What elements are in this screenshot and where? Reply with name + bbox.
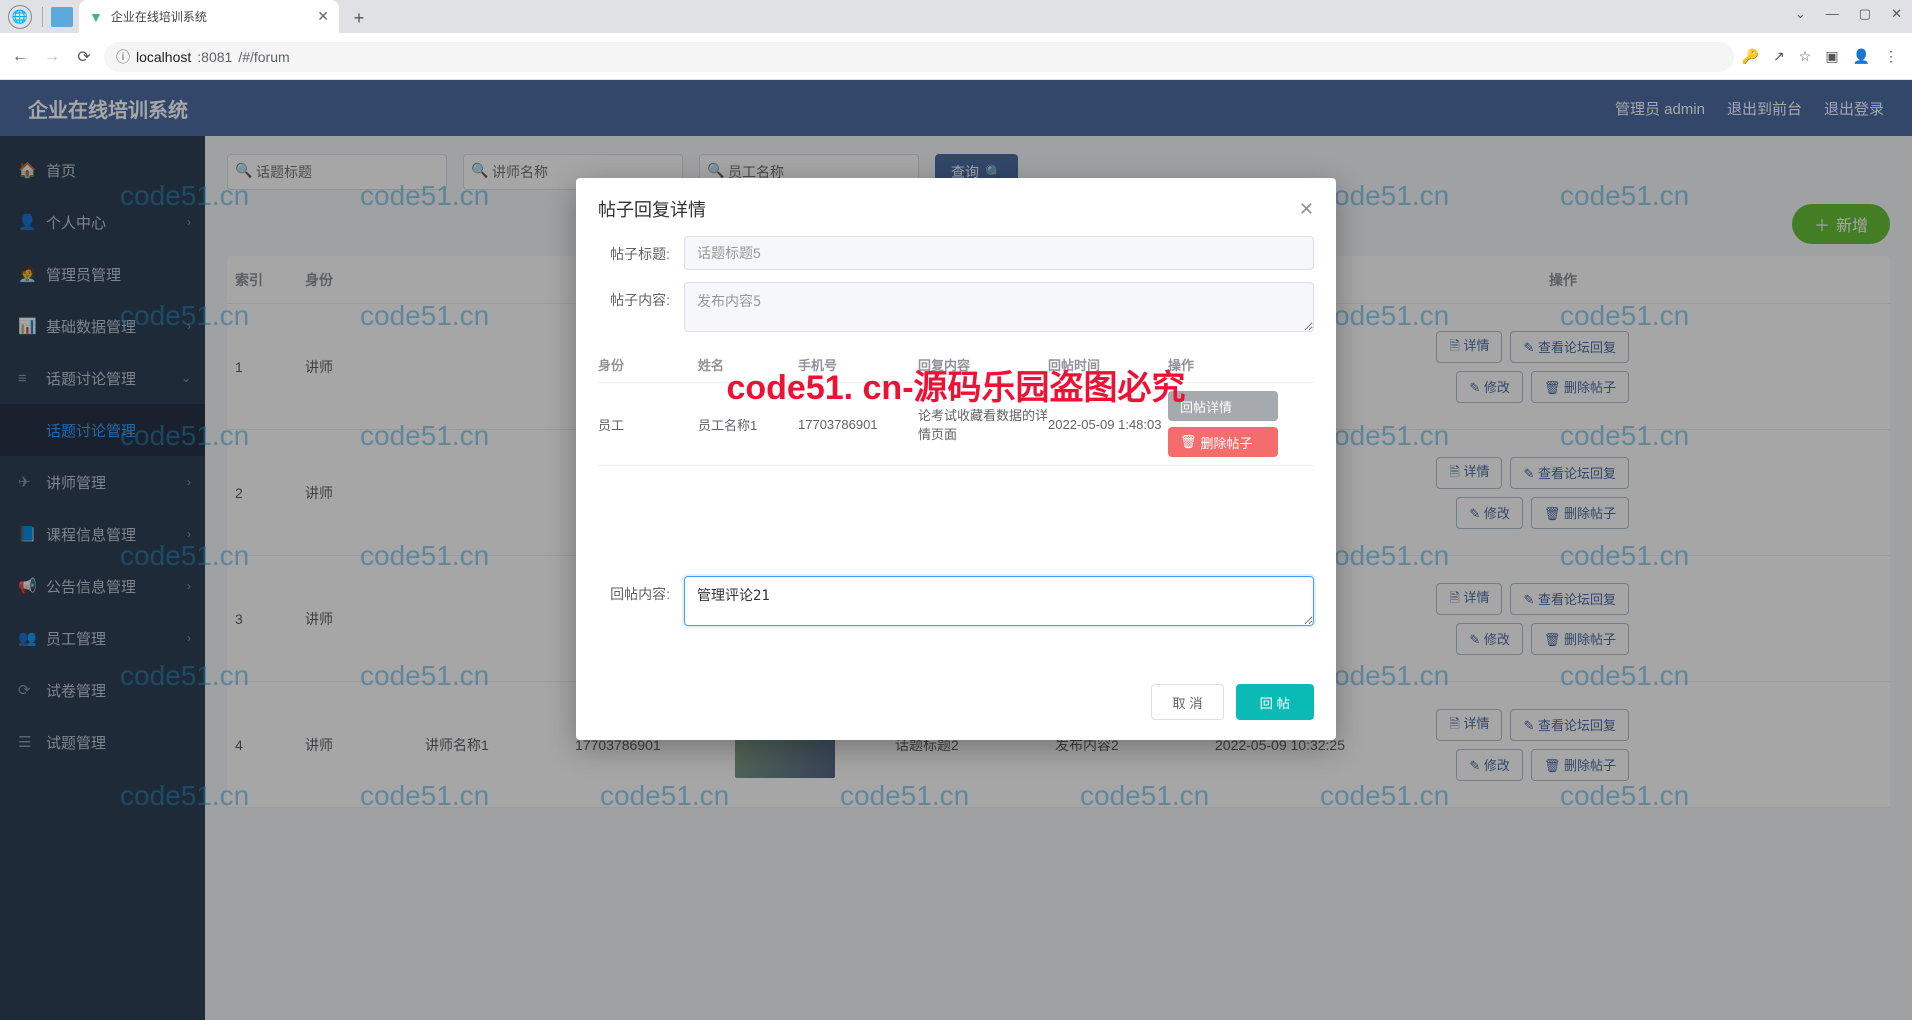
lbl-post-content: 帖子内容: bbox=[598, 282, 684, 310]
chevron-down-icon[interactable]: ⌄ bbox=[1795, 6, 1806, 22]
submit-reply-button[interactable]: 回 帖 bbox=[1236, 684, 1314, 720]
browser-chrome: 🌐 ▼ 企业在线培训系统 ✕ + ⌄ — ▢ ✕ ← → ⟳ ⓘ localho… bbox=[0, 0, 1912, 80]
tab-strip: 🌐 ▼ 企业在线培训系统 ✕ + bbox=[0, 0, 1912, 33]
key-icon[interactable]: 🔑 bbox=[1742, 48, 1759, 65]
maximize-icon[interactable]: ▢ bbox=[1859, 6, 1871, 22]
post-content-field bbox=[684, 282, 1314, 332]
modal-title: 帖子回复详情 bbox=[598, 196, 706, 222]
post-title-field bbox=[684, 236, 1314, 270]
globe-icon: 🌐 bbox=[8, 5, 32, 29]
cell-name: 员工名称1 bbox=[698, 415, 798, 434]
back-icon[interactable]: ← bbox=[8, 48, 32, 66]
reply-input[interactable] bbox=[684, 576, 1314, 626]
share-icon[interactable]: ↗ bbox=[1773, 48, 1785, 65]
cancel-button[interactable]: 取 消 bbox=[1151, 684, 1223, 720]
cell-reply: 论考试收藏看数据的详情页面 bbox=[918, 405, 1048, 443]
window-controls: ⌄ — ▢ ✕ bbox=[1795, 6, 1902, 22]
reload-icon[interactable]: ⟳ bbox=[72, 47, 96, 67]
cell-role: 员工 bbox=[598, 415, 698, 434]
info-icon: ⓘ bbox=[116, 47, 130, 67]
folder-icon[interactable] bbox=[51, 7, 73, 27]
reply-detail-dialog: 帖子回复详情 ✕ 帖子标题: 帖子内容: 身份 姓名 手机号 回 bbox=[576, 178, 1336, 740]
app-root: 企业在线培训系统 管理员 admin 退出到前台 退出登录 🏠首页 👤个人中心›… bbox=[0, 80, 1912, 1020]
active-tab[interactable]: ▼ 企业在线培训系统 ✕ bbox=[79, 0, 339, 33]
url-path: /#/forum bbox=[238, 49, 289, 65]
profile-icon[interactable]: 👤 bbox=[1853, 48, 1870, 65]
url-port: :8081 bbox=[197, 49, 232, 65]
modal-mask[interactable]: 帖子回复详情 ✕ 帖子标题: 帖子内容: 身份 姓名 手机号 回 bbox=[0, 80, 1912, 1020]
lbl-reply-content: 回帖内容: bbox=[598, 576, 684, 604]
lbl-post-title: 帖子标题: bbox=[598, 236, 684, 264]
url-host: localhost bbox=[136, 49, 191, 65]
minimize-icon[interactable]: — bbox=[1826, 6, 1839, 22]
close-window-icon[interactable]: ✕ bbox=[1891, 6, 1902, 22]
cell-time: 2022-05-09 1:48:03 bbox=[1048, 417, 1168, 432]
nav-row: ← → ⟳ ⓘ localhost :8081 /#/forum 🔑 ↗ ☆ ▣ 👤… bbox=[0, 33, 1912, 80]
url-bar[interactable]: ⓘ localhost :8081 /#/forum bbox=[104, 42, 1734, 72]
reply-row: 员工 员工名称1 17703786901 论考试收藏看数据的详情页面 2022-… bbox=[598, 383, 1314, 466]
cell-phone: 17703786901 bbox=[798, 417, 918, 432]
reply-table: 身份 姓名 手机号 回复内容 回帖时间 操作 员工 员工名称1 17703786… bbox=[598, 347, 1314, 466]
trash-icon: 🗑 bbox=[1180, 434, 1197, 450]
extension-icon[interactable]: ▣ bbox=[1825, 48, 1838, 65]
close-icon[interactable]: ✕ bbox=[1299, 199, 1314, 220]
close-icon[interactable]: ✕ bbox=[317, 8, 329, 25]
tab-title: 企业在线培训系统 bbox=[111, 8, 309, 25]
reply-detail-button[interactable]: 回帖详情 bbox=[1168, 391, 1278, 421]
star-icon[interactable]: ☆ bbox=[1799, 48, 1812, 65]
forward-icon: → bbox=[40, 48, 64, 66]
menu-icon[interactable]: ⋮ bbox=[1884, 48, 1898, 65]
new-tab-button[interactable]: + bbox=[345, 8, 373, 29]
vue-icon: ▼ bbox=[89, 9, 103, 25]
reply-delete-button[interactable]: 🗑删除帖子 bbox=[1168, 427, 1278, 457]
